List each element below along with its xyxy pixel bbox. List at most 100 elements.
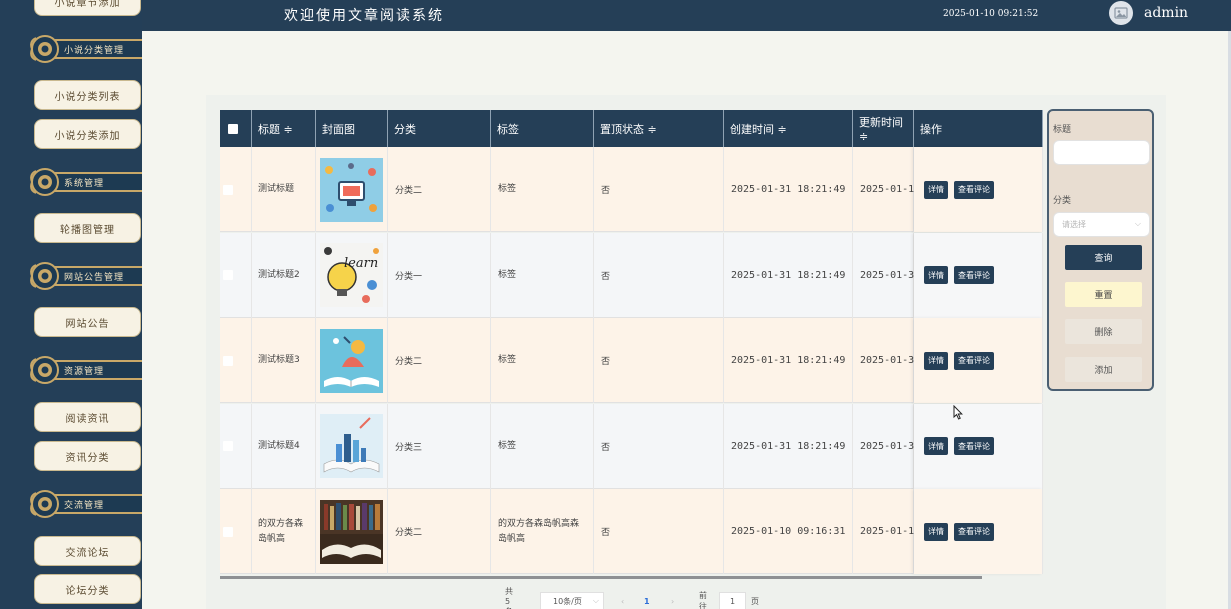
reset-button[interactable]: 重置 xyxy=(1065,282,1142,307)
detail-button[interactable]: 详情 xyxy=(924,180,948,199)
sidebar: 小说章节添加小说分类管理小说分类列表小说分类添加系统管理轮播图管理网站公告管理网… xyxy=(0,0,142,609)
cover-computer-image[interactable] xyxy=(320,157,383,222)
row-tag: 标签 xyxy=(498,269,517,280)
page-size-select[interactable]: 10条/页 ⌵ xyxy=(540,592,604,609)
table-cell: 分类三 xyxy=(388,403,491,489)
header-label: 分类 xyxy=(394,122,416,136)
table-cell xyxy=(220,318,252,403)
detail-button[interactable]: 详情 xyxy=(924,351,948,370)
row-created: 2025-01-10 09:16:31 xyxy=(731,526,846,537)
table-cell: 分类二 xyxy=(388,489,491,574)
row-checkbox[interactable] xyxy=(223,355,233,366)
delete-button[interactable]: 删除 xyxy=(1065,319,1142,344)
title-label: 标题 xyxy=(1053,125,1072,135)
table-cell: 分类二 xyxy=(388,318,491,403)
table-cell: 测试标题2 xyxy=(252,232,316,318)
sidebar-group[interactable]: 资源管理 xyxy=(28,353,142,387)
prev-page-icon[interactable]: ‹ xyxy=(621,592,624,609)
sidebar-subitem[interactable]: 小说分类列表 xyxy=(34,80,141,110)
row-checkbox[interactable] xyxy=(223,270,233,280)
current-page[interactable]: 1 xyxy=(644,592,650,609)
header-col-title[interactable]: 标题 ≑ xyxy=(252,110,316,147)
detail-button[interactable]: 详情 xyxy=(924,437,948,455)
sidebar-subitem-label: 小说章节添加 xyxy=(54,0,121,9)
sidebar-subitem[interactable]: 阅读资讯 xyxy=(34,402,141,432)
table-cell: 2025-01-31 18:21:49 xyxy=(724,147,853,232)
sidebar-group[interactable]: 系统管理 xyxy=(28,165,142,199)
row-checkbox[interactable] xyxy=(223,184,233,195)
header-label: 标签 xyxy=(497,122,519,136)
table-header: 标题 ≑ 封面图 分类 标签 置顶状态 ≑ 创建时间 ≑ 更新时间 ≑ 操作 xyxy=(220,110,1043,147)
view-comments-button[interactable]: 查看评论 xyxy=(954,351,994,370)
sidebar-subitem-label: 阅读资讯 xyxy=(65,413,110,425)
table-cell xyxy=(316,403,388,489)
sidebar-group[interactable]: 交流管理 xyxy=(28,487,142,521)
sidebar-subitem[interactable]: 小说章节添加 xyxy=(34,0,141,16)
table-cell xyxy=(220,489,252,574)
table-cell: 2025-01-31 xyxy=(853,232,920,318)
category-select[interactable]: 请选择 ⌵ xyxy=(1053,212,1150,237)
sidebar-group[interactable]: 网站公告管理 xyxy=(28,259,142,293)
table-cell: 2025-01-31 18:21:49 xyxy=(724,318,853,403)
sidebar-subitem[interactable]: 网站公告 xyxy=(34,307,141,337)
row-pinned: 否 xyxy=(601,528,611,538)
table-cell: 的双方各森岛帆高 xyxy=(252,489,316,574)
ornament-icon xyxy=(30,356,59,384)
table-cell: 详情 查看评论 xyxy=(914,403,1043,489)
add-button[interactable]: 添加 xyxy=(1065,357,1142,382)
table-cell: 否 xyxy=(594,232,724,318)
header-col-pinned[interactable]: 置顶状态 ≑ xyxy=(594,110,724,147)
avatar[interactable] xyxy=(1109,1,1133,25)
ornament-icon xyxy=(30,262,59,290)
cover-open-book-image[interactable] xyxy=(320,328,383,393)
chevron-down-icon: ⌵ xyxy=(1134,219,1141,228)
table-cell: 2025-01-31 18:21:49 xyxy=(724,403,853,489)
row-created: 2025-01-31 18:21:49 xyxy=(731,269,846,281)
table-cell: 2025-01-10 09:16:31 xyxy=(724,489,853,574)
total-count: 共 5 条 xyxy=(505,587,513,609)
table-row[interactable]: 测试标题2 learn 分类一 标签 否 2025-01-31 18:21:49 2025-… xyxy=(220,232,1043,318)
row-title: 测试标题 xyxy=(258,184,295,194)
row-updated: 2025-01-10 xyxy=(860,526,921,537)
view-comments-button[interactable]: 查看评论 xyxy=(954,437,994,455)
detail-button[interactable]: 详情 xyxy=(924,266,948,284)
username[interactable]: admin xyxy=(1144,5,1188,21)
sidebar-subitem[interactable]: 交流论坛 xyxy=(34,536,141,566)
table-cell xyxy=(220,232,252,318)
table-cell: 的双方各森岛帆高森岛帆高 xyxy=(491,489,594,574)
svg-text:learn: learn xyxy=(344,256,378,271)
view-comments-button[interactable]: 查看评论 xyxy=(954,180,994,199)
header-select-all-checkbox[interactable] xyxy=(220,110,252,147)
header-col-updated[interactable]: 更新时间 ≑ xyxy=(853,110,914,147)
sidebar-subitem[interactable]: 小说分类添加 xyxy=(34,119,141,149)
detail-button[interactable]: 详情 xyxy=(924,522,948,541)
row-checkbox[interactable] xyxy=(223,441,233,451)
table-row[interactable]: 测试标题3 分类二 标签 否 2025-01-31 18:21:49 2025-01-31… xyxy=(220,318,1043,403)
cover-library-image[interactable] xyxy=(320,499,383,564)
table-cell: 标签 xyxy=(491,232,594,318)
table-cell: 否 xyxy=(594,318,724,403)
cover-learn-bulb-image[interactable]: learn xyxy=(320,243,383,307)
sidebar-group-label: 交流管理 xyxy=(64,500,105,511)
sidebar-subitem-label: 小说分类列表 xyxy=(54,91,121,103)
view-comments-button[interactable]: 查看评论 xyxy=(954,522,994,541)
query-button[interactable]: 查询 xyxy=(1065,245,1142,270)
table-row[interactable]: 测试标题4 分类三 标签 否 2025-01-31 18:21:49 2025-01-31… xyxy=(220,403,1043,489)
sidebar-subitem[interactable]: 轮播图管理 xyxy=(34,213,141,243)
select-all-checkbox[interactable] xyxy=(228,123,238,134)
row-created: 2025-01-31 18:21:49 xyxy=(731,355,846,366)
sidebar-subitem[interactable]: 资讯分类 xyxy=(34,441,141,471)
table-row[interactable]: 测试标题 分类二 标签 否 2025-01-31 18:21:49 2025-01-10 详… xyxy=(220,147,1043,232)
header-col-created[interactable]: 创建时间 ≑ xyxy=(724,110,853,147)
goto-input[interactable]: 1 xyxy=(719,592,746,609)
title-input[interactable] xyxy=(1053,140,1150,165)
horizontal-scrollbar[interactable] xyxy=(220,576,982,579)
next-page-icon[interactable]: › xyxy=(671,592,674,609)
sidebar-subitem-label: 网站公告 xyxy=(65,318,110,330)
row-checkbox[interactable] xyxy=(223,526,233,537)
table-row[interactable]: 的双方各森岛帆高 分类二 的双方各森岛帆高森岛帆高 否 2025-01-10 09:16… xyxy=(220,489,1043,574)
view-comments-button[interactable]: 查看评论 xyxy=(954,266,994,284)
sidebar-group[interactable]: 小说分类管理 xyxy=(28,32,142,66)
cover-book-city-image[interactable] xyxy=(320,414,383,478)
sidebar-subitem[interactable]: 论坛分类 xyxy=(34,574,141,604)
